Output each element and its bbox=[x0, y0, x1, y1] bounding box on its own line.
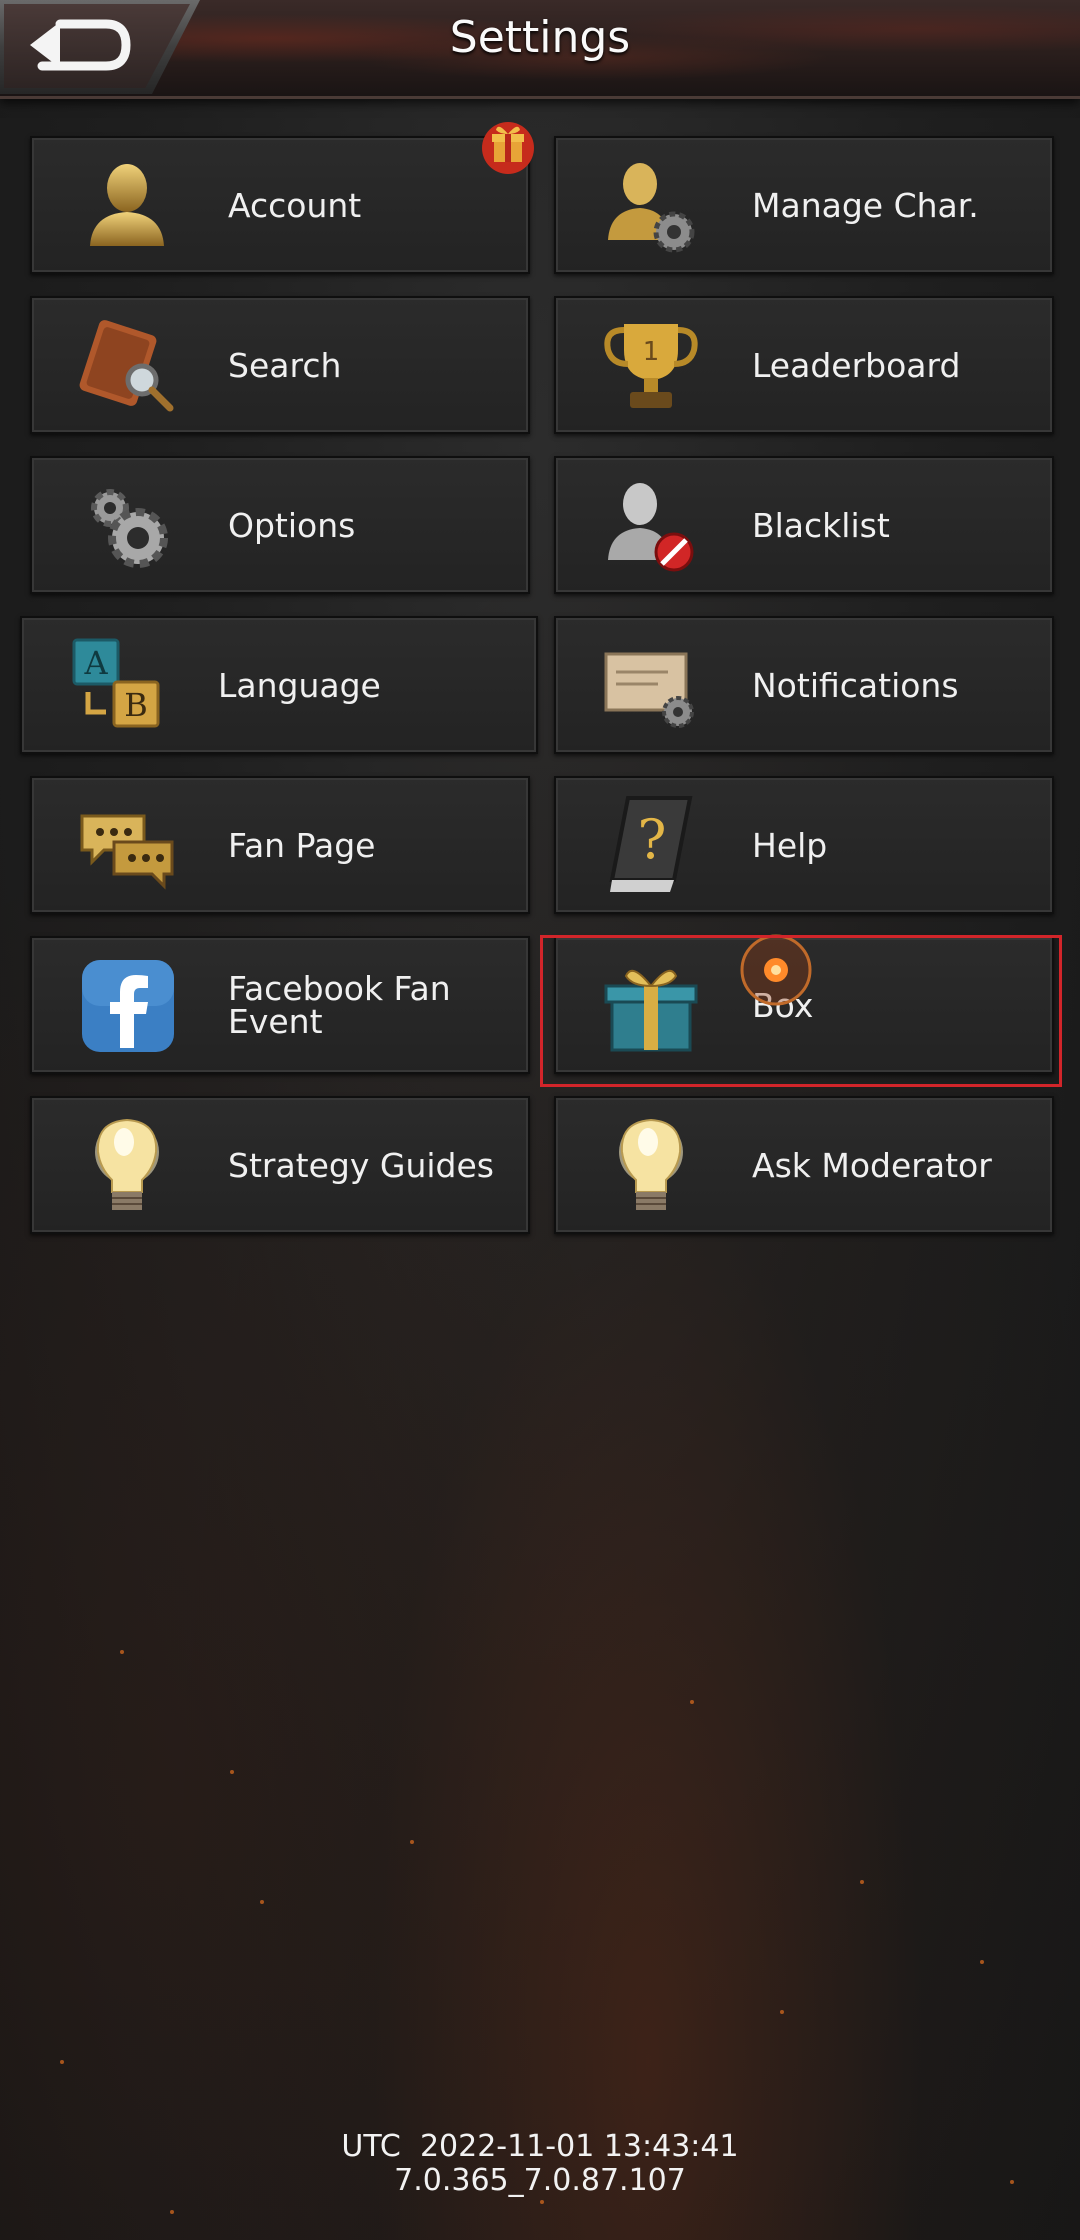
svg-text:1: 1 bbox=[643, 337, 660, 367]
menu-leaderboard[interactable]: 1 Leaderboard bbox=[554, 296, 1054, 434]
menu-label: Language bbox=[218, 665, 381, 705]
footer-info: UTC 2022-11-01 13:43:41 7.0.365_7.0.87.1… bbox=[0, 2130, 1080, 2198]
menu-fan-page[interactable]: Fan Page bbox=[30, 776, 530, 914]
svg-text:A: A bbox=[83, 644, 108, 682]
menu-notifications[interactable]: Notifications bbox=[554, 616, 1054, 754]
menu-label: Help bbox=[752, 825, 828, 865]
gears-icon bbox=[91, 489, 168, 568]
chat-bubbles-icon bbox=[80, 814, 174, 890]
language-ab-icon: A B bbox=[72, 638, 160, 728]
menu-label: Blacklist bbox=[752, 505, 890, 545]
question-book-icon: ? bbox=[609, 796, 693, 892]
lightbulb-icon bbox=[619, 1118, 683, 1210]
menu-label: Manage Char. bbox=[752, 185, 979, 225]
menu-ask-moderator[interactable]: Ask Moderator bbox=[554, 1096, 1054, 1234]
menu-options[interactable]: Options bbox=[30, 456, 530, 594]
magnifier-book-icon bbox=[79, 320, 174, 412]
menu-label: Account bbox=[228, 185, 362, 225]
gift-box-icon bbox=[604, 969, 698, 1052]
trophy-icon: 1 bbox=[604, 324, 698, 408]
menu-language[interactable]: A B Language bbox=[20, 616, 538, 754]
user-silhouette-icon bbox=[90, 164, 164, 246]
menu-label: Options bbox=[228, 505, 356, 545]
menu-manage-char[interactable]: Manage Char. bbox=[554, 136, 1054, 274]
menu-facebook-fan-event[interactable]: Facebook Fan Event bbox=[30, 936, 530, 1074]
menu-search[interactable]: Search bbox=[30, 296, 530, 434]
menu-box[interactable]: Box bbox=[554, 936, 1054, 1074]
lightbulb-icon bbox=[95, 1118, 159, 1210]
menu-label: Search bbox=[228, 345, 342, 385]
svg-text:B: B bbox=[124, 686, 148, 724]
menu-label: Strategy Guides bbox=[228, 1145, 494, 1185]
svg-text:?: ? bbox=[638, 808, 667, 871]
menu-label: Notifications bbox=[752, 665, 959, 705]
gift-badge-icon bbox=[482, 122, 534, 174]
menu-account[interactable]: Account bbox=[30, 136, 530, 274]
menu-strategy-guides[interactable]: Strategy Guides bbox=[30, 1096, 530, 1234]
menu-label: Ask Moderator bbox=[752, 1145, 992, 1185]
menu-label: Fan Page bbox=[228, 825, 376, 865]
user-blocked-icon bbox=[608, 483, 694, 572]
menu-label: Box bbox=[752, 985, 814, 1025]
menu-label: Facebook Fan Event bbox=[228, 969, 451, 1041]
menu-help[interactable]: ? Help bbox=[554, 776, 1054, 914]
page-title: Settings bbox=[449, 12, 631, 63]
facebook-icon bbox=[82, 960, 174, 1052]
utc-timestamp: UTC 2022-11-01 13:43:41 bbox=[341, 2129, 739, 2164]
top-bar: Settings bbox=[0, 0, 1080, 99]
menu-label: Leaderboard bbox=[752, 345, 961, 385]
menu-blacklist[interactable]: Blacklist bbox=[554, 456, 1054, 594]
letter-gear-icon bbox=[604, 652, 694, 728]
version-string: 7.0.365_7.0.87.107 bbox=[394, 2163, 686, 2198]
user-gear-icon bbox=[608, 163, 695, 253]
